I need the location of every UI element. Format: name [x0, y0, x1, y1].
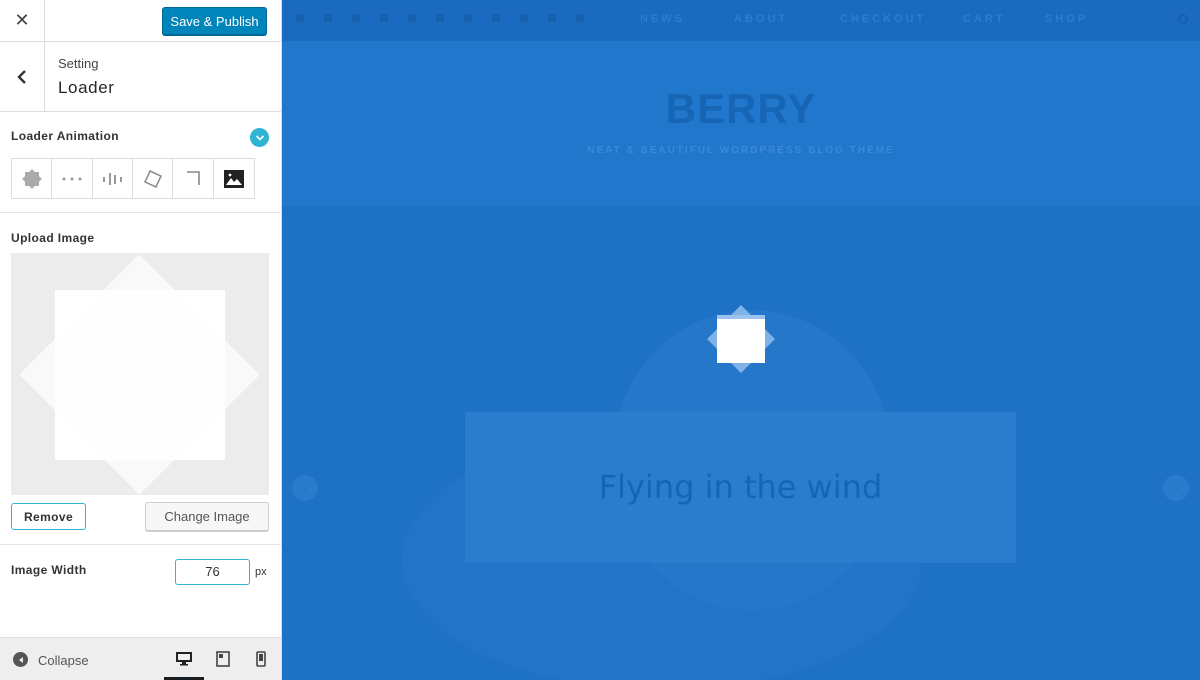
preview-search-icon[interactable] [1178, 14, 1188, 24]
close-icon: ✕ [14, 10, 30, 30]
customizer-sidebar: ✕ Save & Publish Setting Loader Loader A… [0, 0, 282, 680]
preview-tagline: NEAT & BEAUTIFUL WORDPRESS BLOG THEME [587, 145, 895, 156]
divider [0, 212, 281, 213]
preview-nav: NEWS ABOUT CHECKOUT CART SHOP [282, 0, 1200, 41]
image-width-input[interactable]: 76 [175, 559, 250, 585]
preview-nav-about[interactable]: ABOUT [734, 13, 788, 25]
animation-option-dots[interactable] [52, 159, 93, 198]
collapse-icon[interactable] [13, 652, 28, 667]
social-icon [464, 14, 472, 22]
preview-prev-arrow[interactable]: ‹ [292, 475, 318, 501]
chevron-down-icon [255, 134, 264, 141]
preview-site-title: BERRY [665, 85, 817, 132]
mobile-icon [256, 651, 266, 667]
loader-spinner-icon [707, 305, 775, 373]
section-header: Setting Loader [0, 42, 281, 112]
social-icon [296, 14, 304, 22]
image-width-label: Image Width [11, 563, 87, 577]
preview-nav-news[interactable]: NEWS [640, 13, 685, 25]
preview-social-icons [296, 14, 584, 22]
back-button[interactable] [0, 42, 45, 111]
dots-icon [62, 177, 82, 180]
loader-animation-label: Loader Animation [11, 129, 119, 143]
loader-star-image [19, 254, 260, 495]
animation-option-corner[interactable] [173, 159, 214, 198]
corner-icon [186, 170, 200, 185]
divider [0, 544, 281, 545]
save-publish-button[interactable]: Save & Publish [162, 7, 267, 35]
preview-header: BERRY NEAT & BEAUTIFUL WORDPRESS BLOG TH… [282, 41, 1200, 206]
chevron-left-icon [17, 69, 26, 84]
social-icon [408, 14, 416, 22]
close-button[interactable]: ✕ [0, 0, 45, 41]
social-icon [352, 14, 360, 22]
image-width-unit: px [255, 566, 267, 578]
site-preview[interactable]: NEWS ABOUT CHECKOUT CART SHOP BERRY NEAT… [282, 0, 1200, 680]
preview-nav-shop[interactable]: SHOP [1045, 13, 1088, 25]
animation-option-star[interactable] [12, 159, 53, 198]
mobile-preview-button[interactable] [252, 650, 270, 668]
social-icon [436, 14, 444, 22]
animation-option-square[interactable] [133, 159, 174, 198]
bars-icon [103, 172, 123, 185]
customizer-footer: Collapse [0, 637, 281, 680]
desktop-icon [176, 652, 192, 666]
desktop-preview-button[interactable] [175, 650, 193, 668]
section-title: Loader [58, 78, 115, 97]
preview-nav-checkout[interactable]: CHECKOUT [840, 13, 926, 25]
image-icon [223, 169, 244, 188]
collapse-button[interactable]: Collapse [38, 653, 89, 668]
preview-next-arrow[interactable]: › [1163, 475, 1189, 501]
loader-animation-options [11, 158, 255, 199]
social-icon [492, 14, 500, 22]
remove-image-button[interactable]: Remove [11, 503, 86, 530]
tablet-icon [216, 651, 230, 667]
social-icon [324, 14, 332, 22]
preview-slide-title: Flying in the wind [598, 468, 883, 506]
breadcrumb: Setting [58, 56, 99, 71]
upload-image-label: Upload Image [11, 231, 95, 245]
animation-option-image[interactable] [213, 159, 254, 198]
customizer-header: ✕ Save & Publish [0, 0, 281, 42]
social-icon [548, 14, 556, 22]
tablet-preview-button[interactable] [214, 650, 232, 668]
loader-animation-toggle[interactable] [250, 128, 269, 147]
star-icon [21, 168, 42, 189]
square-icon [143, 169, 162, 188]
preview-nav-cart[interactable]: CART [963, 13, 1006, 25]
social-icon [380, 14, 388, 22]
social-icon [576, 14, 584, 22]
animation-option-bars[interactable] [93, 159, 133, 198]
uploaded-image-preview [11, 253, 269, 495]
change-image-button[interactable]: Change Image [145, 502, 269, 531]
social-icon [520, 14, 528, 22]
